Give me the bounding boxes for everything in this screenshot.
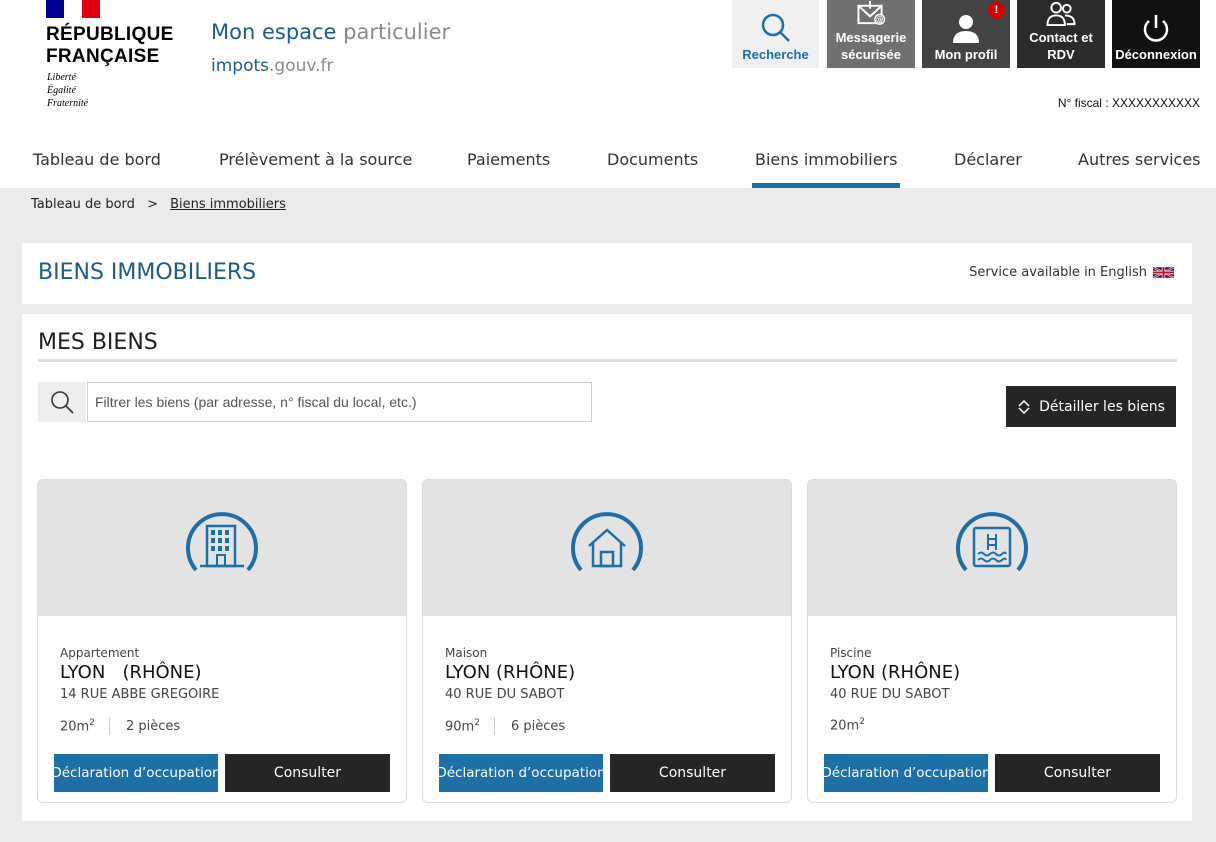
property-street: 14 RUE ABBE GREGOIRE: [60, 687, 220, 702]
fiscal-number: N° fiscal : XXXXXXXXXXX: [1057, 96, 1200, 110]
search-icon: [761, 13, 790, 42]
nav-item-paiements[interactable]: Paiements: [467, 150, 550, 169]
property-area: 90m2: [445, 717, 480, 735]
nav-item-autres-services[interactable]: Autres services: [1078, 150, 1201, 169]
occupation-declaration-button[interactable]: Déclaration d’occupation: [821, 754, 991, 792]
logout-button[interactable]: Déconnexion: [1112, 0, 1200, 68]
house-icon: [571, 512, 643, 572]
section-divider: [38, 359, 1177, 362]
rf-motto: Liberté Égalité Fraternité: [47, 72, 89, 109]
search-icon: [51, 391, 74, 414]
breadcrumb-home[interactable]: Tableau de bord: [31, 197, 135, 212]
nav-item-tableau-de-bord[interactable]: Tableau de bord: [33, 150, 161, 169]
nav-item-prelevement[interactable]: Prélèvement à la source: [219, 150, 412, 169]
envelope-at-icon: @: [857, 0, 886, 25]
contact-rdv-button[interactable]: Contact et RDV: [1017, 0, 1105, 68]
expand-collapse-icon: [1018, 399, 1030, 414]
svg-text:@: @: [876, 15, 884, 24]
nav-active-indicator: [752, 183, 900, 188]
property-city: LYON (RHÔNE): [445, 662, 576, 683]
property-card: Maison LYON (RHÔNE) 40 RUE DU SABOT 90m2…: [422, 479, 792, 803]
properties-panel: MES BIENS Détailler les biens Appartemen…: [22, 314, 1192, 821]
power-icon: [1143, 15, 1169, 42]
filter-search-icon[interactable]: [38, 382, 86, 422]
property-type: Piscine: [830, 646, 872, 660]
breadcrumb-separator: >: [147, 197, 158, 212]
meta-divider: [108, 717, 110, 735]
property-meta: 20m2: [830, 717, 865, 733]
alert-badge: !: [988, 2, 1005, 19]
detail-properties-button[interactable]: Détailler les biens: [1006, 386, 1176, 427]
property-card: Piscine LYON (RHÔNE) 40 RUE DU SABOT 20m…: [807, 479, 1177, 803]
property-card-banner: [38, 480, 406, 616]
nav-item-documents[interactable]: Documents: [607, 150, 698, 169]
people-icon: [1046, 1, 1076, 27]
occupation-declaration-button[interactable]: Déclaration d’occupation: [436, 754, 606, 792]
nav-item-biens-immobiliers[interactable]: Biens immobiliers: [755, 150, 897, 169]
occupation-declaration-button[interactable]: Déclaration d’occupation: [51, 754, 221, 792]
pool-icon: [956, 512, 1028, 572]
app-domain: impots.gouv.fr: [211, 56, 334, 76]
property-card-banner: [423, 480, 791, 616]
uk-flag-icon: [1153, 267, 1174, 278]
property-rooms: 2 pièces: [125, 718, 181, 734]
meta-divider: [493, 717, 495, 735]
marianne-flag-icon: [46, 0, 100, 18]
app-name[interactable]: Mon espace particulier: [211, 20, 450, 44]
section-title: MES BIENS: [38, 330, 158, 355]
property-area: 20m2: [830, 717, 865, 734]
secure-messaging-button[interactable]: @ Messagerie sécurisée: [827, 0, 915, 68]
search-button[interactable]: Recherche: [732, 0, 819, 68]
property-card-banner: [808, 480, 1176, 616]
building-icon: [186, 512, 258, 572]
property-meta: 20m2 2 pièces: [60, 717, 180, 735]
breadcrumb-current[interactable]: Biens immobiliers: [170, 197, 286, 212]
profile-button[interactable]: ! Mon profil: [922, 0, 1010, 68]
rf-logo-title[interactable]: RÉPUBLIQUE FRANÇAISE: [46, 24, 174, 68]
page-title: BIENS IMMOBILIERS: [38, 260, 257, 285]
property-meta: 90m2 6 pièces: [445, 717, 565, 735]
english-service-link[interactable]: Service available in English: [969, 265, 1174, 280]
property-type: Appartement: [60, 646, 140, 660]
page-title-panel: BIENS IMMOBILIERS Service available in E…: [22, 243, 1192, 304]
property-street: 40 RUE DU SABOT: [445, 687, 565, 702]
property-street: 40 RUE DU SABOT: [830, 687, 950, 702]
consult-button[interactable]: Consulter: [995, 754, 1160, 792]
filter-input[interactable]: [87, 382, 592, 422]
main-nav: Tableau de bord Prélèvement à la source …: [0, 140, 1216, 188]
consult-button[interactable]: Consulter: [610, 754, 775, 792]
nav-item-declarer[interactable]: Déclarer: [954, 150, 1022, 169]
property-card: Appartement LYON (RHÔNE) 14 RUE ABBE GRE…: [37, 479, 407, 803]
user-icon: [953, 15, 979, 43]
property-city: LYON (RHÔNE): [830, 662, 961, 683]
breadcrumb: Tableau de bord > Biens immobiliers: [31, 197, 286, 212]
property-rooms: 6 pièces: [510, 718, 566, 734]
site-header: RÉPUBLIQUE FRANÇAISE Liberté Égalité Fra…: [0, 0, 1216, 188]
consult-button[interactable]: Consulter: [225, 754, 390, 792]
property-city: LYON (RHÔNE): [60, 662, 202, 683]
property-type: Maison: [445, 646, 488, 660]
property-area: 20m2: [60, 717, 95, 735]
